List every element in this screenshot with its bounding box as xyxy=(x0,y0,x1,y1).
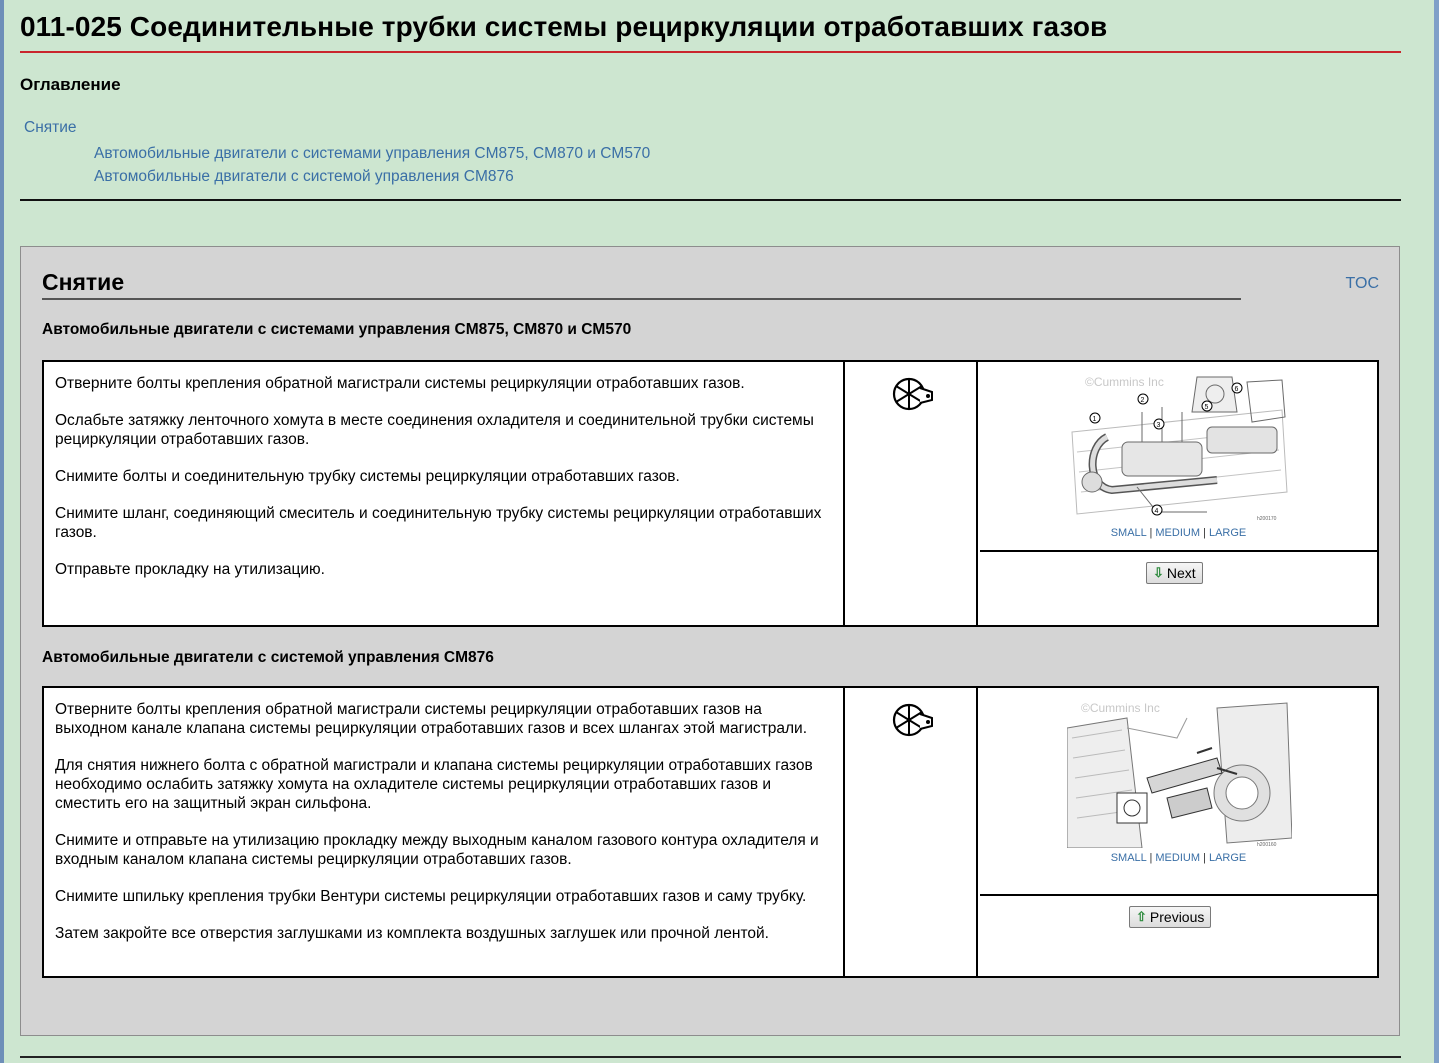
svg-text:3: 3 xyxy=(1157,422,1161,429)
size-large-link[interactable]: LARGE xyxy=(1209,527,1246,539)
step-table-cm876: Отверните болты крепления обратной магис… xyxy=(42,686,1379,978)
arrow-up-icon: ⇧ xyxy=(1136,909,1147,924)
illustration-area: ©Cummins Inc xyxy=(980,688,1377,896)
instructions-cell: Отверните болты крепления обратной магис… xyxy=(44,362,845,625)
toc-divider xyxy=(20,199,1401,201)
window-scrollbar[interactable] xyxy=(1434,0,1439,1063)
toc-link-removal[interactable]: Снятие xyxy=(24,119,77,137)
image-watermark: ©Cummins Inc xyxy=(1085,375,1164,389)
illustration-area: ©Cummins Inc xyxy=(980,362,1377,552)
image-id: h200170 xyxy=(1257,516,1277,522)
image-watermark: ©Cummins Inc xyxy=(1081,701,1160,715)
size-small-link[interactable]: SMALL xyxy=(1111,527,1147,539)
step-text: Снимите шланг, соединяющий смеситель и с… xyxy=(55,505,822,541)
svg-text:2: 2 xyxy=(1141,397,1145,404)
size-large-link[interactable]: LARGE xyxy=(1209,852,1246,864)
toc-heading: Оглавление xyxy=(20,75,121,94)
svg-text:1: 1 xyxy=(1093,416,1097,423)
separator: | xyxy=(1203,527,1206,539)
removal-section: Снятие TOC Автомобильные двигатели с сис… xyxy=(20,246,1400,1036)
tool-cell xyxy=(847,362,978,625)
subheading-cm876: Автомобильные двигатели с системой управ… xyxy=(42,649,494,666)
toc-back-link[interactable]: TOC xyxy=(1346,275,1379,293)
egr-venturi-illustration[interactable]: ©Cummins Inc h200160 xyxy=(1067,698,1292,848)
title-divider xyxy=(20,51,1401,53)
separator: | xyxy=(1203,852,1206,864)
previous-button-label: Previous xyxy=(1149,909,1205,925)
instructions-cell: Отверните болты крепления обратной магис… xyxy=(44,688,845,976)
egr-tube-illustration[interactable]: ©Cummins Inc 1 2 3 4 5 6 h200170 xyxy=(1067,372,1292,522)
svg-text:6: 6 xyxy=(1235,386,1239,393)
tool-cell xyxy=(847,688,978,976)
svg-text:5: 5 xyxy=(1205,404,1209,411)
step-text: Отправьте прокладку на утилизацию. xyxy=(55,561,325,578)
step-text: Отверните болты крепления обратной магис… xyxy=(55,701,808,737)
step-text: Снимите шпильку крепления трубки Вентури… xyxy=(55,888,807,905)
previous-button[interactable]: ⇧ Previous xyxy=(1129,906,1212,928)
arrow-down-icon: ⇩ xyxy=(1153,565,1164,580)
wrench-socket-icon xyxy=(892,377,933,411)
section-title-divider xyxy=(42,298,1241,300)
image-size-links: SMALL | MEDIUM | LARGE xyxy=(980,852,1377,864)
size-medium-link[interactable]: MEDIUM xyxy=(1155,527,1200,539)
toc-link-cm876[interactable]: Автомобильные двигатели с системой управ… xyxy=(94,168,514,186)
image-size-links: SMALL | MEDIUM | LARGE xyxy=(980,527,1377,539)
page-title: 011-025 Соединительные трубки системы ре… xyxy=(20,11,1108,42)
step-text: Ослабьте затяжку ленточного хомута в мес… xyxy=(55,412,814,448)
bottom-divider xyxy=(20,1056,1401,1058)
svg-text:4: 4 xyxy=(1155,508,1159,515)
window-left-border xyxy=(0,0,4,1063)
size-medium-link[interactable]: MEDIUM xyxy=(1155,852,1200,864)
step-text: Для снятия нижнего болта с обратной маги… xyxy=(55,757,813,812)
step-text: Снимите болты и соединительную трубку си… xyxy=(55,468,680,485)
separator: | xyxy=(1149,852,1153,864)
subheading-cm875: Автомобильные двигатели с системами упра… xyxy=(42,321,632,338)
separator: | xyxy=(1149,527,1153,539)
next-button-label: Next xyxy=(1166,565,1196,581)
step-table-cm875: Отверните болты крепления обратной магис… xyxy=(42,360,1379,627)
toc-link-cm875[interactable]: Автомобильные двигатели с системами упра… xyxy=(94,145,650,163)
next-button[interactable]: ⇩ Next xyxy=(1146,562,1203,584)
wrench-socket-icon xyxy=(892,703,933,737)
size-small-link[interactable]: SMALL xyxy=(1111,852,1147,864)
step-text: Отверните болты крепления обратной магис… xyxy=(55,375,745,392)
image-id: h200160 xyxy=(1257,842,1277,848)
step-text: Снимите и отправьте на утилизацию прокла… xyxy=(55,832,819,868)
section-title: Снятие xyxy=(42,269,125,295)
step-text: Затем закройте все отверстия заглушками … xyxy=(55,925,769,942)
